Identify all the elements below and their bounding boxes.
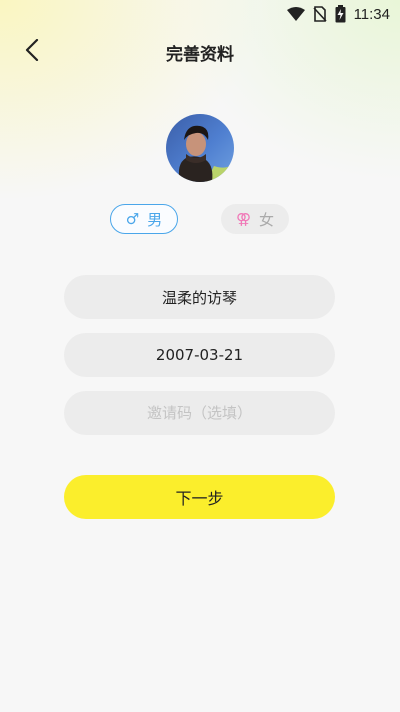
- gender-female-button[interactable]: ⚢ 女: [221, 204, 289, 234]
- gender-male-label: 男: [147, 210, 163, 229]
- birthday-field[interactable]: 2007-03-21: [64, 333, 335, 377]
- next-button[interactable]: 下一步: [64, 475, 335, 519]
- battery-charging-icon: [335, 5, 346, 23]
- invite-code-input[interactable]: [64, 391, 335, 435]
- nickname-value: 温柔的访琴: [161, 288, 237, 307]
- wifi-icon: [286, 7, 305, 21]
- female-symbol-icon: ⚢: [235, 210, 252, 228]
- gender-female-label: 女: [259, 210, 275, 229]
- navigation-bar: 完善资料: [0, 28, 400, 76]
- gender-male-button[interactable]: ♂ 男: [110, 204, 178, 234]
- male-symbol-icon: ♂: [125, 210, 140, 228]
- no-sim-icon: [312, 6, 327, 22]
- status-bar: 11:34: [0, 0, 400, 28]
- page-title: 完善资料: [166, 45, 234, 65]
- status-time: 11:34: [353, 5, 390, 23]
- nickname-field[interactable]: 温柔的访琴: [64, 275, 335, 319]
- birthday-value: 2007-03-21: [155, 346, 244, 364]
- invite-code-field: [64, 391, 335, 435]
- avatar-image: [166, 114, 234, 182]
- avatar[interactable]: [166, 114, 234, 182]
